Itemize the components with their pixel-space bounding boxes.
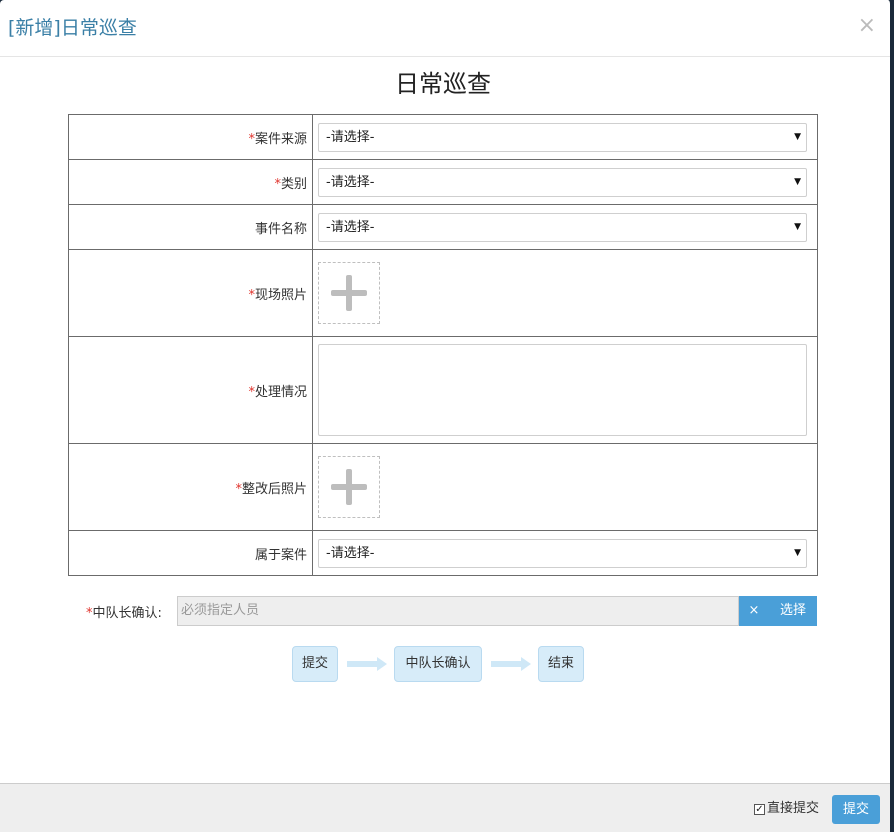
site-photo-label: *现场照片 (68, 249, 313, 337)
row-site-photo: *现场照片 (68, 249, 818, 337)
dropdown-arrow-icon: ▼ (794, 131, 801, 142)
dialog-footer: ✓ 直接提交 提交 (0, 783, 890, 832)
direct-submit-option[interactable]: ✓ 直接提交 (754, 801, 819, 817)
close-icon[interactable]: × (858, 14, 876, 38)
belongs-case-select[interactable]: -请选择- ▼ (318, 538, 807, 568)
case-source-label: *案件来源 (68, 114, 313, 160)
captain-confirm-input[interactable]: 必须指定人员 (177, 596, 739, 626)
case-source-select[interactable]: -请选择- ▼ (318, 122, 807, 152)
event-name-select[interactable]: -请选择- ▼ (318, 212, 807, 242)
row-event-name: 事件名称 -请选择- ▼ (68, 204, 818, 250)
site-photo-upload-button[interactable] (318, 262, 380, 324)
handling-textarea[interactable] (318, 344, 807, 436)
flow-step-captain-confirm: 中队长确认 (394, 646, 482, 682)
select-person-button[interactable]: 选择 (769, 596, 817, 626)
dialog-header: [新增]日常巡查 × (0, 0, 890, 57)
row-case-source: *案件来源 -请选择- ▼ (68, 114, 818, 160)
category-select[interactable]: -请选择- ▼ (318, 167, 807, 197)
form-table: *案件来源 -请选择- ▼ *类别 -请选择- ▼ 事件名称 -请选择- ▼ *… (68, 114, 818, 576)
dropdown-arrow-icon: ▼ (794, 221, 801, 232)
flow-step-submit: 提交 (292, 646, 338, 682)
row-handling: *处理情况 (68, 336, 818, 444)
dialog-title: [新增]日常巡查 (8, 17, 137, 39)
flow-step-end: 结束 (538, 646, 584, 682)
event-name-label: 事件名称 (68, 204, 313, 250)
submit-button[interactable]: 提交 (832, 795, 880, 824)
direct-submit-checkbox[interactable]: ✓ (754, 803, 765, 815)
dropdown-arrow-icon: ▼ (794, 176, 801, 187)
category-label: *类别 (68, 159, 313, 205)
captain-confirm-label: *中队长确认: (86, 606, 162, 621)
rectified-photo-upload-button[interactable] (318, 456, 380, 518)
direct-submit-label: 直接提交 (767, 801, 820, 816)
flow-arrow-icon (347, 657, 387, 671)
row-rectified-photo: *整改后照片 (68, 443, 818, 531)
row-belongs-case: 属于案件 -请选择- ▼ (68, 530, 818, 576)
belongs-case-label: 属于案件 (68, 530, 313, 576)
rectified-photo-label: *整改后照片 (68, 443, 313, 531)
captain-confirm-row: *中队长确认: 必须指定人员 × 选择 (68, 596, 818, 626)
flow-arrow-icon (491, 657, 531, 671)
form-title: 日常巡查 (395, 70, 491, 98)
dropdown-arrow-icon: ▼ (794, 547, 801, 558)
clear-icon[interactable]: × (739, 596, 769, 626)
row-category: *类别 -请选择- ▼ (68, 159, 818, 205)
handling-label: *处理情况 (68, 336, 313, 444)
dialog: [新增]日常巡查 × 日常巡查 *案件来源 -请选择- ▼ *类别 -请选择- … (0, 0, 892, 832)
